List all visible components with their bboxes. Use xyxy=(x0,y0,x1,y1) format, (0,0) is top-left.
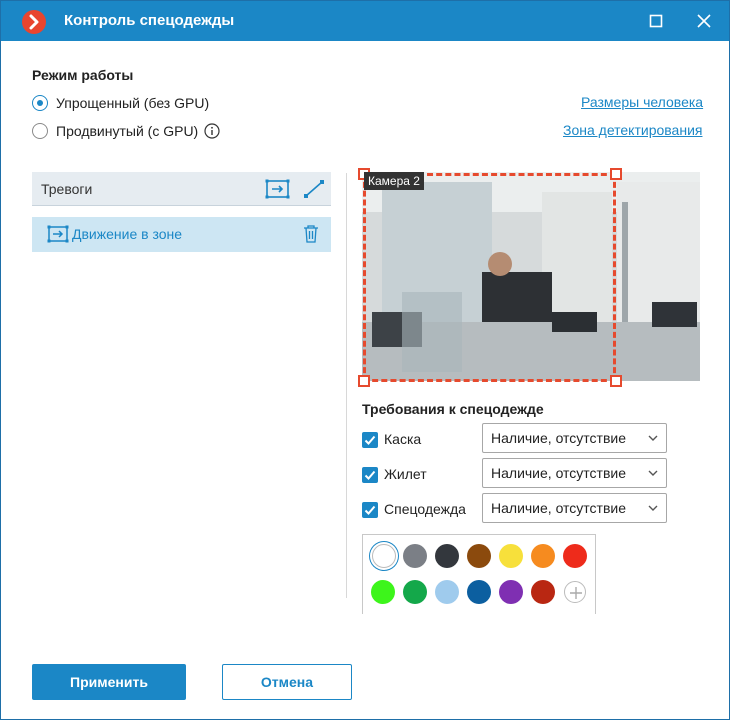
close-button[interactable] xyxy=(693,10,715,32)
maximize-button[interactable] xyxy=(645,10,667,32)
radio-mode-advanced[interactable]: Продвинутый (с GPU) xyxy=(32,121,220,141)
vertical-divider xyxy=(346,173,347,598)
helmet-select[interactable]: Наличие, отсутствие xyxy=(482,423,667,453)
color-swatch-light-blue[interactable] xyxy=(435,580,459,604)
mode-title: Режим работы xyxy=(32,67,134,83)
color-swatch-gray[interactable] xyxy=(403,544,427,568)
color-swatch-orange[interactable] xyxy=(531,544,555,568)
dialog-window: Контроль спецодежды Режим работы Упрощен… xyxy=(0,0,730,720)
alarms-title: Тревоги xyxy=(41,181,93,197)
select-value: Наличие, отсутствие xyxy=(491,465,627,481)
color-palette xyxy=(362,534,596,614)
chevron-down-icon xyxy=(648,435,658,441)
workwear-checkbox[interactable] xyxy=(362,502,378,518)
helmet-label: Каска xyxy=(384,431,422,447)
radio-button[interactable] xyxy=(32,123,48,139)
color-swatch-yellow[interactable] xyxy=(499,544,523,568)
check-icon xyxy=(364,505,376,515)
check-icon xyxy=(364,435,376,445)
window-title: Контроль спецодежды xyxy=(64,12,235,29)
zone-handle-bottom-right[interactable] xyxy=(610,375,622,387)
color-swatch-purple[interactable] xyxy=(499,580,523,604)
alarms-header: Тревоги xyxy=(32,172,331,206)
alarm-item-label: Движение в зоне xyxy=(72,226,183,242)
radio-label: Упрощенный (без GPU) xyxy=(56,95,210,111)
chevron-down-icon xyxy=(648,470,658,476)
vest-select[interactable]: Наличие, отсутствие xyxy=(482,458,667,488)
vest-label: Жилет xyxy=(384,466,427,482)
color-swatch-brown[interactable] xyxy=(467,544,491,568)
helmet-checkbox[interactable] xyxy=(362,432,378,448)
info-icon[interactable] xyxy=(204,123,220,139)
maximize-icon xyxy=(649,14,663,28)
detection-zone[interactable] xyxy=(363,173,616,382)
requirements-title: Требования к спецодежде xyxy=(362,401,544,417)
zone-handle-top-right[interactable] xyxy=(610,168,622,180)
radio-button[interactable] xyxy=(32,95,48,111)
plus-icon xyxy=(570,587,582,599)
color-swatch-blue[interactable] xyxy=(467,580,491,604)
cancel-button[interactable]: Отмена xyxy=(222,664,352,700)
zone-handle-bottom-left[interactable] xyxy=(358,375,370,387)
vest-checkbox[interactable] xyxy=(362,467,378,483)
radio-label: Продвинутый (с GPU) xyxy=(56,123,199,139)
add-color-button[interactable] xyxy=(564,581,586,603)
radio-mode-simple[interactable]: Упрощенный (без GPU) xyxy=(32,93,209,113)
title-bar: Контроль спецодежды xyxy=(1,1,729,41)
color-swatch-white[interactable] xyxy=(372,544,396,568)
color-swatch-red[interactable] xyxy=(563,544,587,568)
color-swatch-green[interactable] xyxy=(403,580,427,604)
color-swatch-dark-red[interactable] xyxy=(531,580,555,604)
select-value: Наличие, отсутствие xyxy=(491,500,627,516)
add-zone-icon[interactable] xyxy=(265,178,291,200)
color-swatch-lime[interactable] xyxy=(371,580,395,604)
select-value: Наличие, отсутствие xyxy=(491,430,627,446)
trash-icon[interactable] xyxy=(303,225,319,243)
close-icon xyxy=(697,14,711,28)
workwear-select[interactable]: Наличие, отсутствие xyxy=(482,493,667,523)
add-line-icon[interactable] xyxy=(303,179,325,199)
apply-button[interactable]: Применить xyxy=(32,664,186,700)
camera-label: Камера 2 xyxy=(364,172,424,190)
app-logo-icon xyxy=(22,10,46,34)
detection-zone-link[interactable]: Зона детектирования xyxy=(563,122,702,138)
workwear-label: Спецодежда xyxy=(384,501,466,517)
zone-icon xyxy=(47,225,69,243)
alarm-item-motion-in-zone[interactable]: Движение в зоне xyxy=(32,217,331,252)
person-size-link[interactable]: Размеры человека xyxy=(581,94,703,110)
chevron-down-icon xyxy=(648,505,658,511)
color-swatch-dark-gray[interactable] xyxy=(435,544,459,568)
check-icon xyxy=(364,470,376,480)
